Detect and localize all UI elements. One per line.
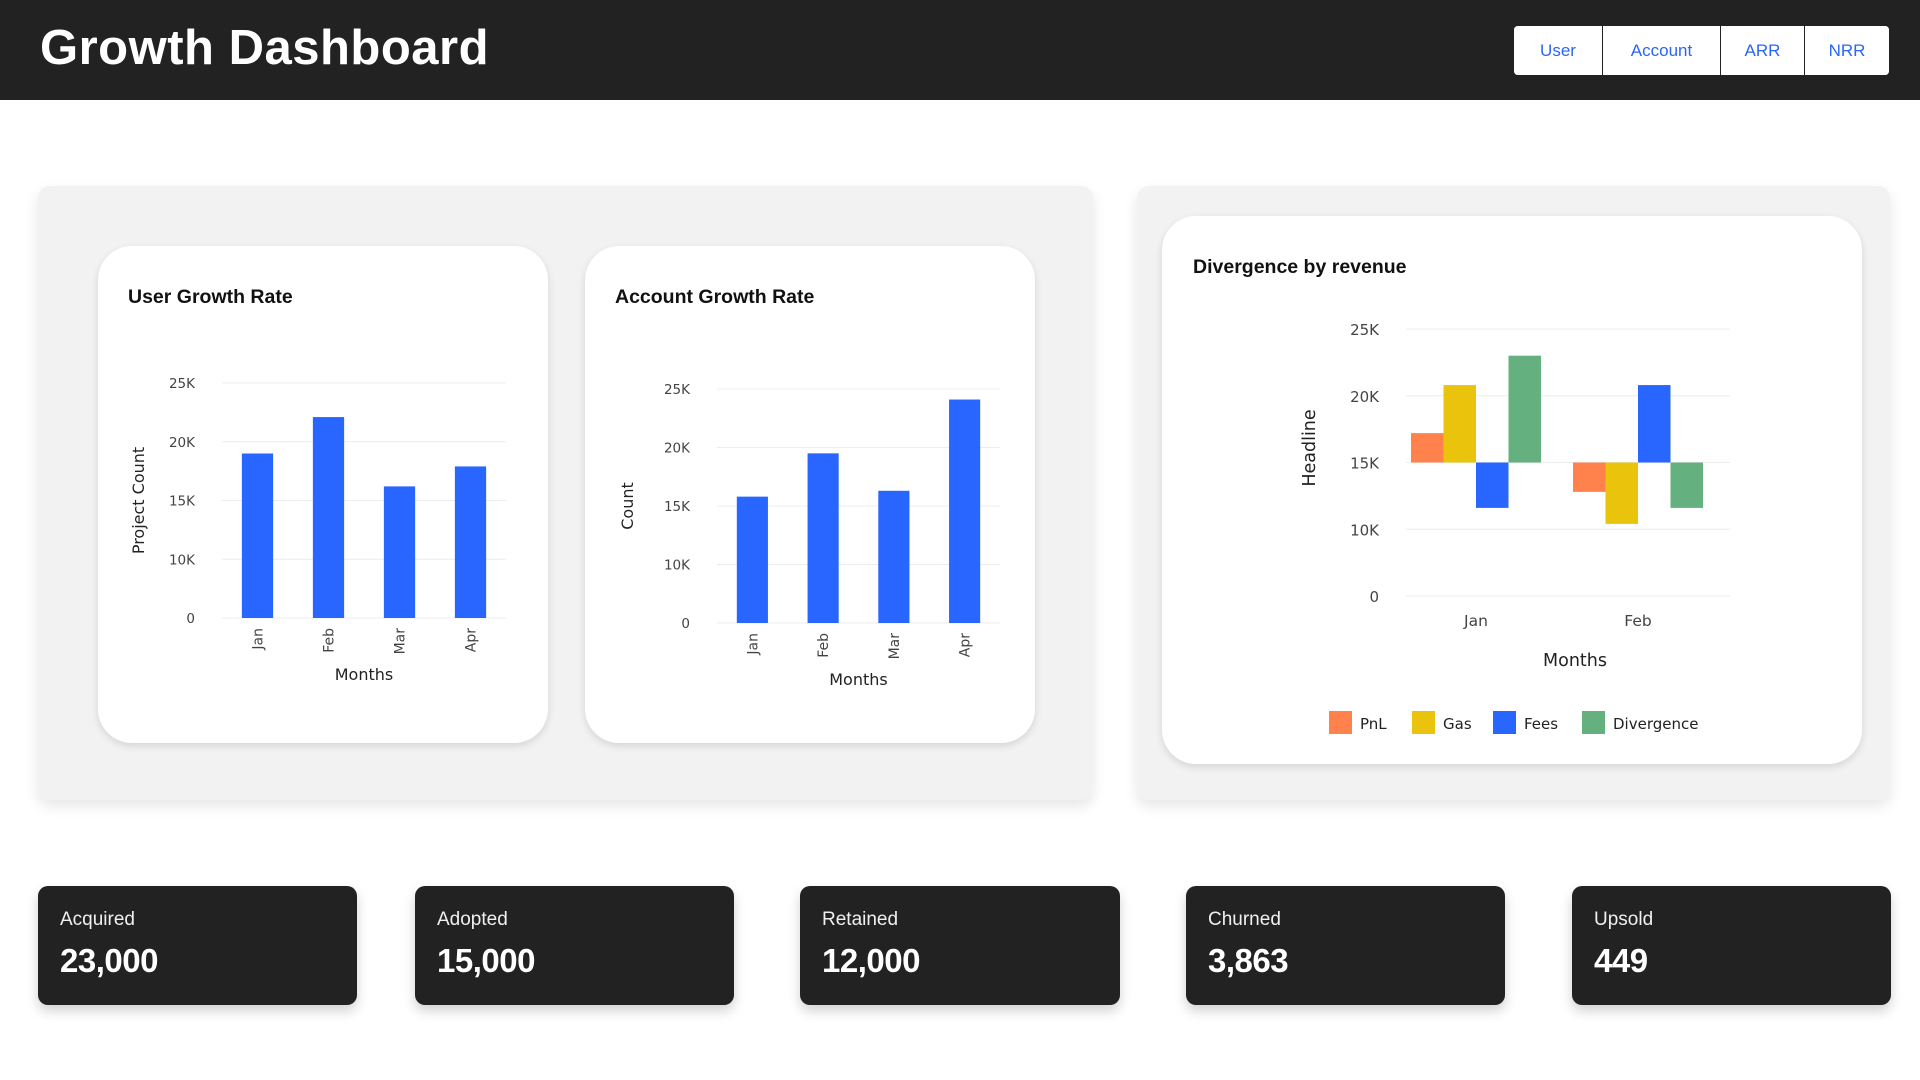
x-tick-label: Feb — [816, 633, 832, 658]
legend-label: Divergence — [1613, 715, 1698, 733]
y-axis-label: Project Count — [129, 447, 148, 554]
legend-item-fees: Fees — [1493, 711, 1558, 734]
stat-value: 449 — [1594, 942, 1648, 979]
y-axis-label: Count — [618, 482, 637, 530]
user-growth-card: User Growth Rate 0 10K 15K 20K 25K Jan Feb Mar A… — [98, 246, 548, 743]
x-tick-label: Apr — [464, 628, 480, 652]
nav-button-account[interactable]: Account — [1603, 26, 1721, 75]
stat-card-retained: Retained 12,000 — [800, 886, 1120, 1005]
bar-apr — [949, 399, 981, 623]
legend-label: Fees — [1524, 715, 1558, 733]
bar-jan — [736, 496, 768, 623]
y-tick-label: 25K — [169, 376, 196, 392]
x-tick-label: Mar — [393, 628, 409, 655]
y-tick-label: 20K — [664, 441, 691, 457]
x-axis-label: Months — [1543, 651, 1607, 671]
account-growth-card: Account Growth Rate 0 10K 15K 20K 25K Jan Feb M… — [585, 246, 1035, 743]
divergence-chart: 0 10K 15K 20K 25K Jan Feb Months Headline PnL Gas F… — [1300, 321, 1730, 734]
stat-label: Retained — [822, 909, 899, 930]
y-tick-label: 0 — [1369, 588, 1379, 606]
y-tick-label: 25K — [664, 382, 691, 398]
stat-card-churned: Churned 3,863 — [1186, 886, 1505, 1005]
stat-card-adopted: Adopted 15,000 — [415, 886, 734, 1005]
legend-swatch — [1582, 711, 1605, 734]
nav-button-user[interactable]: User — [1514, 26, 1603, 75]
y-tick-label: 20K — [1350, 388, 1380, 406]
bar-jan-divergence — [1508, 355, 1541, 463]
y-tick-label: 25K — [1350, 321, 1380, 339]
y-tick-label: 0 — [186, 611, 195, 627]
bar-feb — [807, 453, 839, 623]
stat-label: Acquired — [60, 909, 135, 930]
legend-item-gas: Gas — [1412, 711, 1472, 734]
legend-swatch — [1329, 711, 1352, 734]
x-tick-label: Jan — [1463, 612, 1488, 630]
bar-feb-pnl — [1573, 462, 1606, 492]
account-growth-chart: 0 10K 15K 20K 25K Jan Feb Mar Apr Months Count — [618, 382, 1000, 689]
bar-jan-fees — [1476, 462, 1509, 508]
x-axis-label: Months — [829, 670, 887, 689]
x-tick-label: Mar — [887, 633, 903, 660]
page-title: Growth Dashboard — [40, 21, 490, 75]
bar-apr — [454, 466, 487, 618]
stat-card-upsold: Upsold 449 — [1572, 886, 1891, 1005]
y-tick-label: 15K — [169, 494, 196, 510]
legend-label: Gas — [1443, 715, 1472, 733]
y-tick-label: 10K — [1350, 521, 1380, 539]
bar-feb-divergence — [1670, 462, 1703, 508]
stat-label: Adopted — [437, 909, 508, 930]
y-tick-label: 10K — [169, 552, 196, 568]
x-tick-label: Feb — [1624, 612, 1651, 630]
x-tick-label: Jan — [745, 633, 761, 656]
legend-item-pnl: PnL — [1329, 711, 1387, 734]
bar-feb-fees — [1638, 385, 1671, 463]
bar-feb — [312, 417, 345, 618]
y-tick-label: 0 — [681, 616, 690, 632]
bar-jan — [241, 453, 274, 618]
stat-value: 12,000 — [822, 942, 920, 979]
bar-mar — [383, 486, 416, 618]
x-tick-label: Jan — [251, 628, 267, 651]
stat-value: 15,000 — [437, 942, 535, 979]
header-bar: Growth Dashboard User Account ARR NRR — [0, 0, 1920, 100]
bar-jan-gas — [1443, 385, 1476, 463]
y-axis-label: Headline — [1300, 409, 1320, 486]
user-growth-chart: 0 10K 15K 20K 25K Jan Feb Mar Apr Months Project C… — [129, 376, 506, 684]
x-tick-label: Apr — [958, 633, 974, 657]
y-tick-label: 15K — [664, 499, 691, 515]
nav-button-nrr[interactable]: NRR — [1805, 26, 1889, 75]
stat-label: Upsold — [1594, 909, 1654, 930]
stat-card-acquired: Acquired 23,000 — [38, 886, 357, 1005]
x-axis-label: Months — [335, 665, 393, 684]
bar-jan-pnl — [1411, 433, 1444, 463]
legend-label: PnL — [1360, 715, 1387, 733]
bar-feb-gas — [1605, 462, 1638, 524]
stat-value: 23,000 — [60, 942, 158, 979]
legend-item-divergence: Divergence — [1582, 711, 1698, 734]
legend-swatch — [1493, 711, 1516, 734]
y-tick-label: 20K — [169, 435, 196, 451]
x-tick-label: Feb — [322, 628, 338, 653]
nav-button-arr[interactable]: ARR — [1721, 26, 1805, 75]
bar-mar — [878, 490, 910, 623]
view-switcher: User Account ARR NRR — [1514, 26, 1889, 75]
legend-swatch — [1412, 711, 1435, 734]
y-tick-label: 15K — [1350, 455, 1380, 473]
y-tick-label: 10K — [664, 558, 691, 574]
stat-value: 3,863 — [1208, 942, 1289, 979]
divergence-card: Divergence by revenue 0 10K 15K 20K 25K Jan Fe… — [1162, 216, 1862, 764]
stat-label: Churned — [1208, 909, 1281, 930]
